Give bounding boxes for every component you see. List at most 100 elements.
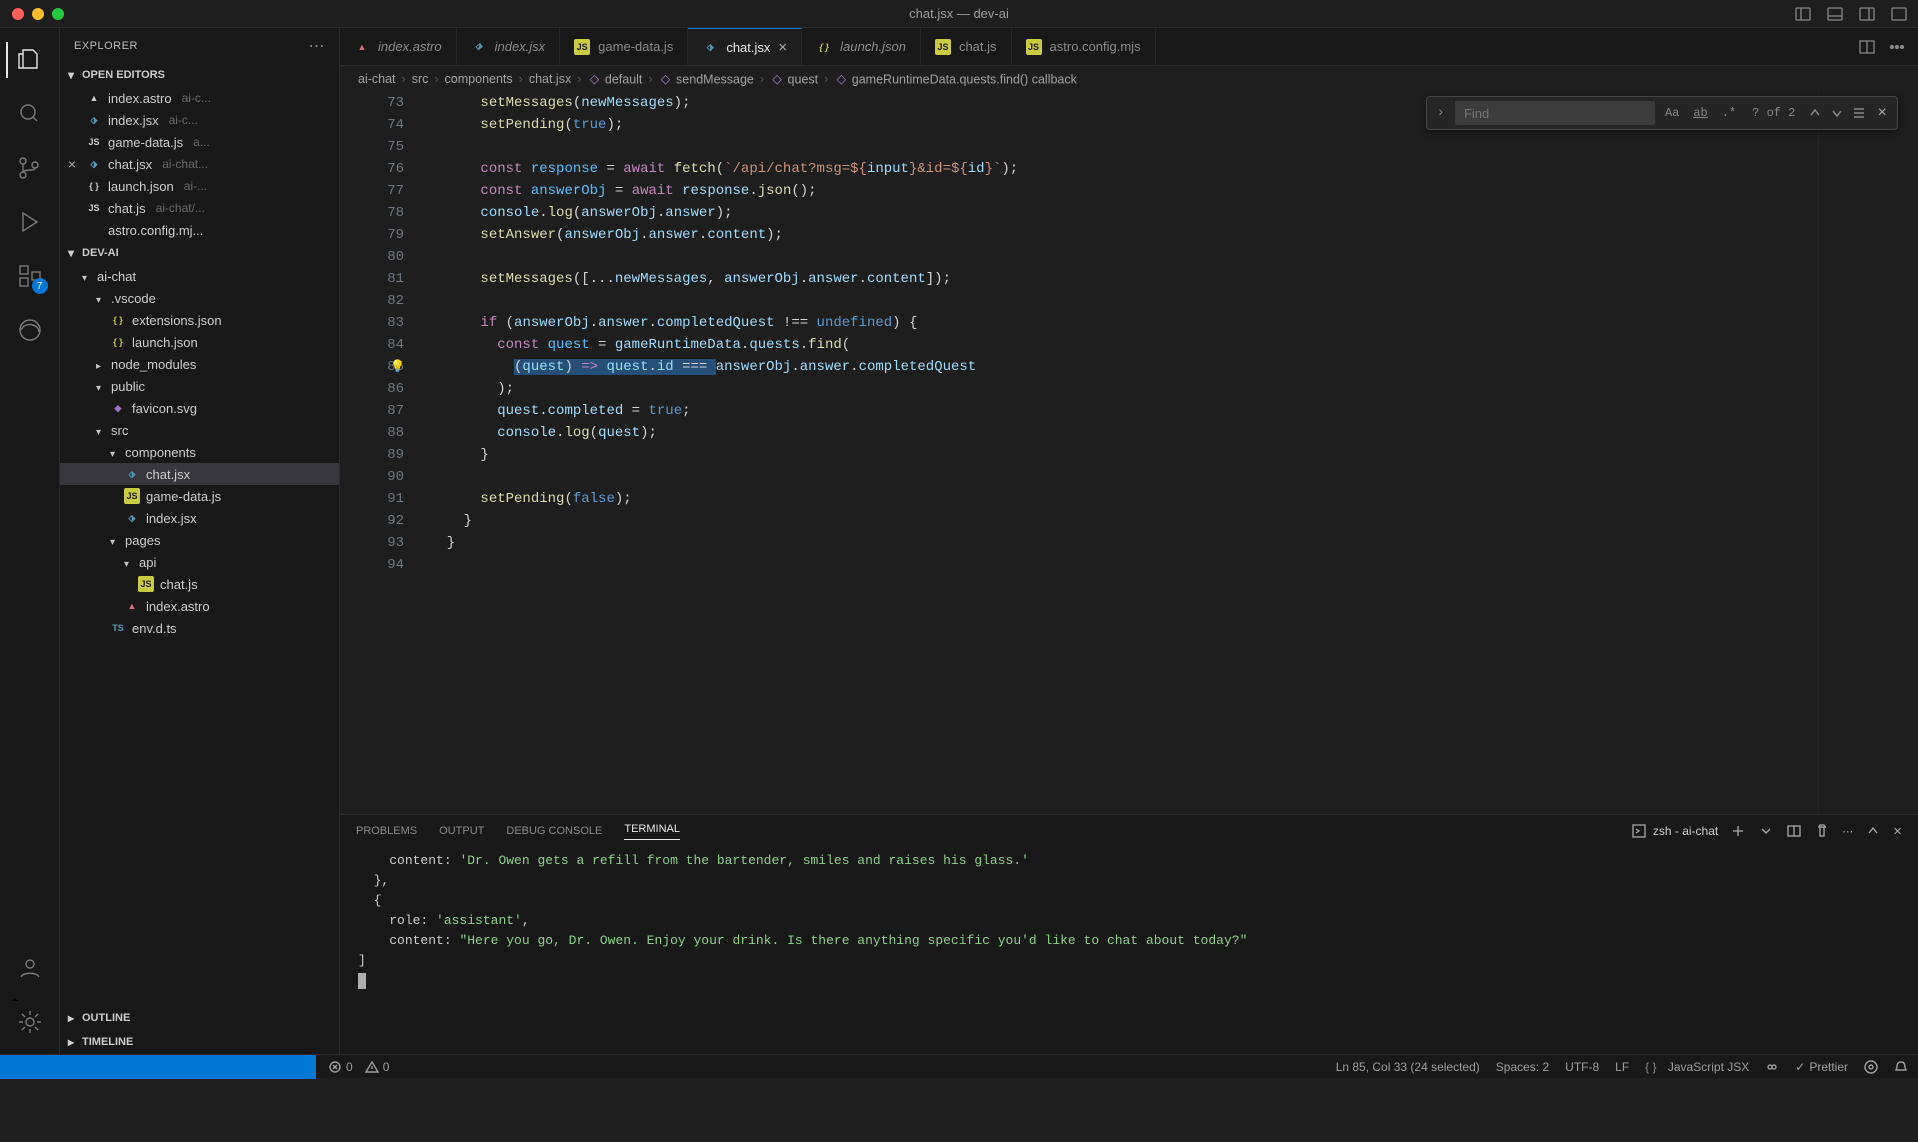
split-editor-icon[interactable]: [1858, 38, 1876, 56]
open-editor-item[interactable]: ▲index.astroai-c...: [60, 87, 339, 109]
editor-tab[interactable]: JSgame-data.js: [560, 28, 688, 65]
more-icon[interactable]: [1888, 38, 1906, 56]
explorer-view[interactable]: [6, 36, 54, 84]
panel-left-icon[interactable]: [1794, 5, 1812, 23]
open-editor-item[interactable]: ×⬗chat.jsxai-chat...: [60, 153, 339, 175]
status-errors[interactable]: 0: [328, 1060, 353, 1074]
extensions-view[interactable]: 7: [6, 252, 54, 300]
settings[interactable]: [6, 998, 54, 1046]
folder-item[interactable]: ai-chat: [60, 265, 339, 287]
status-encoding[interactable]: UTF-8: [1565, 1060, 1599, 1074]
file-item[interactable]: ⬗chat.jsx: [60, 463, 339, 485]
status-spaces[interactable]: Spaces: 2: [1496, 1060, 1549, 1074]
open-editor-item[interactable]: astro.config.mj...: [60, 219, 339, 241]
window-zoom[interactable]: [52, 8, 64, 20]
breadcrumb-item[interactable]: ◇ default: [587, 72, 642, 87]
folder-item[interactable]: pages: [60, 529, 339, 551]
status-warnings[interactable]: 0: [365, 1060, 390, 1074]
terminal-output[interactable]: content: 'Dr. Owen gets a refill from th…: [340, 847, 1918, 1054]
regex-icon[interactable]: .*: [1718, 100, 1740, 126]
file-item[interactable]: ▲index.astro: [60, 595, 339, 617]
search-view[interactable]: [6, 90, 54, 138]
panel-tab[interactable]: TERMINAL: [624, 823, 680, 840]
panel-tab[interactable]: PROBLEMS: [356, 825, 417, 837]
editor-tab[interactable]: JSastro.config.mjs: [1012, 28, 1156, 65]
editor-tab[interactable]: JSchat.js: [921, 28, 1012, 65]
close-icon[interactable]: ×: [64, 156, 80, 172]
folder-item[interactable]: src: [60, 419, 339, 441]
status-feedback[interactable]: [1864, 1060, 1878, 1074]
editor[interactable]: 7374757677787980818283848586878889909192…: [340, 92, 1918, 814]
editor-tab[interactable]: ▲index.astro: [340, 28, 457, 65]
window-minimize[interactable]: [32, 8, 44, 20]
editor-tab[interactable]: { }launch.json: [802, 28, 921, 65]
open-editor-item[interactable]: JSgame-data.jsa...: [60, 131, 339, 153]
terminal-more-icon[interactable]: ⋯: [1842, 825, 1853, 838]
find-expand-icon[interactable]: ›: [1433, 102, 1449, 124]
accounts[interactable]: [6, 944, 54, 992]
file-item[interactable]: { }extensions.json: [60, 309, 339, 331]
scm-view[interactable]: [6, 144, 54, 192]
find-close-icon[interactable]: ×: [1873, 102, 1891, 124]
close-icon[interactable]: ×: [778, 39, 787, 56]
workspace-section[interactable]: ▾ DEV-AI: [60, 241, 339, 265]
terminal-close-icon[interactable]: ×: [1893, 823, 1902, 840]
code-content[interactable]: setMessages(newMessages); setPending(tru…: [430, 92, 1818, 814]
minimap[interactable]: [1818, 92, 1918, 814]
breadcrumb-item[interactable]: ◇ quest: [770, 72, 818, 87]
status-copilot[interactable]: [1765, 1060, 1779, 1074]
layout-icon[interactable]: [1890, 5, 1908, 23]
breadcrumb-item[interactable]: ai-chat: [358, 72, 396, 86]
status-prettier[interactable]: ✓ Prettier: [1795, 1060, 1848, 1074]
file-item[interactable]: JSchat.js: [60, 573, 339, 595]
open-editor-item[interactable]: { }launch.jsonai-...: [60, 175, 339, 197]
breadcrumb-item[interactable]: chat.jsx: [529, 72, 571, 86]
breadcrumb-item[interactable]: components: [445, 72, 513, 86]
gear-icon: [17, 1009, 43, 1035]
editor-tab[interactable]: ⬗chat.jsx×: [688, 28, 802, 65]
terminal-dropdown-icon[interactable]: [1758, 823, 1774, 839]
status-cursor[interactable]: Ln 85, Col 33 (24 selected): [1336, 1060, 1480, 1074]
open-editors-section[interactable]: ▾ OPEN EDITORS: [60, 63, 339, 87]
match-word-icon[interactable]: ab: [1689, 100, 1711, 126]
status-eol[interactable]: LF: [1615, 1060, 1629, 1074]
panel-tab[interactable]: DEBUG CONSOLE: [506, 825, 602, 837]
match-case-icon[interactable]: Aa: [1661, 100, 1683, 126]
window-close[interactable]: [12, 8, 24, 20]
breadcrumb-item[interactable]: src: [412, 72, 429, 86]
folder-item[interactable]: public: [60, 375, 339, 397]
panel-bottom-icon[interactable]: [1826, 5, 1844, 23]
open-editor-item[interactable]: ⬗index.jsxai-c...: [60, 109, 339, 131]
status-bell-icon[interactable]: [1894, 1060, 1908, 1074]
editor-tab[interactable]: ⬗index.jsx: [457, 28, 561, 65]
find-selection-icon[interactable]: [1851, 105, 1867, 121]
file-item[interactable]: TSenv.d.ts: [60, 617, 339, 639]
terminal-maximize-icon[interactable]: [1865, 823, 1881, 839]
panel-right-icon[interactable]: [1858, 5, 1876, 23]
find-prev-icon[interactable]: [1807, 105, 1823, 121]
file-item[interactable]: JSgame-data.js: [60, 485, 339, 507]
status-language[interactable]: { } JavaScript JSX: [1645, 1060, 1749, 1074]
remote-indicator[interactable]: [0, 1055, 316, 1079]
terminal-shell-label[interactable]: zsh - ai-chat: [1631, 823, 1718, 839]
open-editor-item[interactable]: JSchat.jsai-chat/...: [60, 197, 339, 219]
edge-view[interactable]: [6, 306, 54, 354]
folder-item[interactable]: api: [60, 551, 339, 573]
find-input[interactable]: [1455, 101, 1655, 125]
terminal-new-icon[interactable]: [1730, 823, 1746, 839]
folder-item[interactable]: .vscode: [60, 287, 339, 309]
terminal-kill-icon[interactable]: [1814, 823, 1830, 839]
breadcrumb-item[interactable]: ◇ gameRuntimeData.quests.find() callback: [834, 72, 1077, 87]
panel-tab[interactable]: OUTPUT: [439, 825, 484, 837]
breadcrumb-item[interactable]: ◇ sendMessage: [659, 72, 754, 87]
file-item[interactable]: { }launch.json: [60, 331, 339, 353]
file-item[interactable]: ◆favicon.svg: [60, 397, 339, 419]
debug-view[interactable]: [6, 198, 54, 246]
file-item[interactable]: ⬗index.jsx: [60, 507, 339, 529]
folder-item[interactable]: components: [60, 441, 339, 463]
terminal-split-icon[interactable]: [1786, 823, 1802, 839]
find-next-icon[interactable]: [1829, 105, 1845, 121]
breadcrumbs[interactable]: ai-chat›src›components›chat.jsx›◇ defaul…: [340, 66, 1918, 92]
explorer-more-icon[interactable]: ⋯: [309, 36, 326, 56]
folder-item[interactable]: node_modules: [60, 353, 339, 375]
